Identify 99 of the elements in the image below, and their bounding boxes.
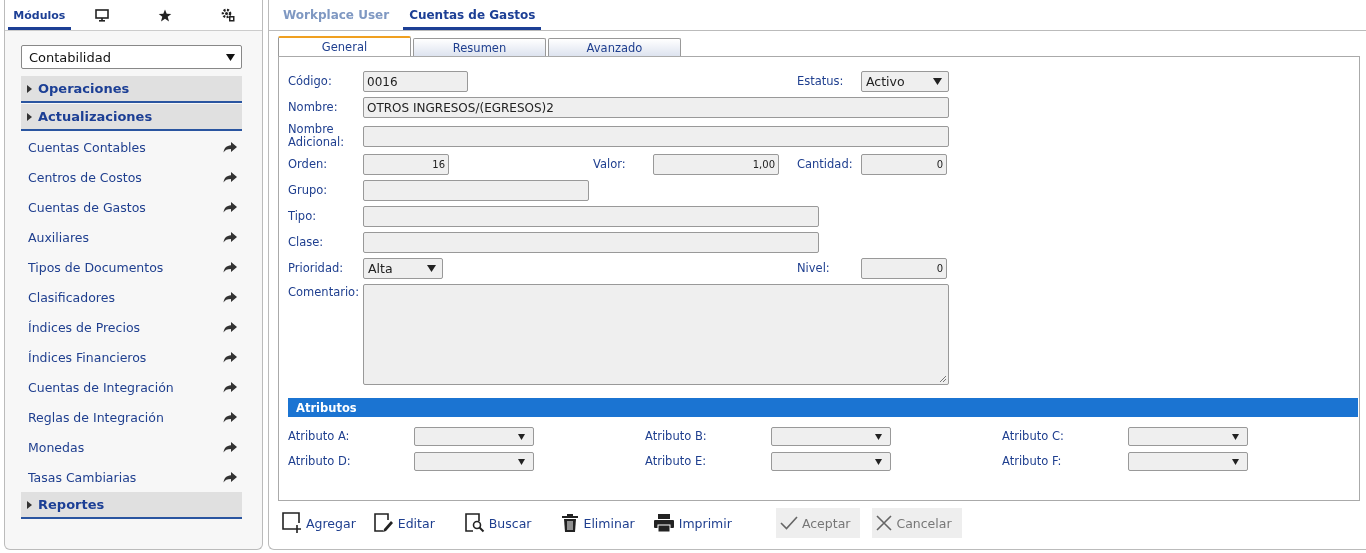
input-field[interactable] (363, 206, 819, 227)
caret-icon (875, 433, 882, 440)
select-field[interactable]: Alta (363, 258, 443, 279)
select-field[interactable] (771, 452, 891, 471)
delete-button[interactable]: Eliminar (557, 508, 639, 538)
module-select[interactable]: Contabilidad (21, 45, 242, 69)
form-tab[interactable]: Resumen (413, 38, 546, 56)
input-field[interactable]: 0 (861, 258, 947, 279)
form-tab[interactable]: Avanzado (548, 38, 681, 56)
select-field[interactable] (1128, 452, 1248, 471)
caret-icon (226, 53, 235, 61)
section-header: Atributos (288, 398, 1358, 417)
menu-item[interactable]: Tasas Cambiarias (21, 462, 242, 492)
field-label: Atributo D: (288, 455, 352, 468)
print-button[interactable]: Imprimir (648, 508, 736, 538)
input-field[interactable]: 0016 (363, 71, 468, 92)
field-label: Atributo F: (1002, 455, 1063, 468)
share-arrow-icon (223, 291, 237, 303)
input-field[interactable] (363, 232, 819, 253)
printer-icon (652, 513, 675, 533)
share-arrow-icon (223, 471, 237, 483)
caret-icon (427, 265, 436, 272)
menu-item[interactable]: Cuentas de Gastos (21, 192, 242, 222)
settings-icon (220, 8, 235, 22)
menu-item[interactable]: Clasificadores (21, 282, 242, 312)
share-arrow-icon (223, 441, 237, 453)
field-label: Atributo A: (288, 430, 351, 443)
caret-icon (27, 112, 32, 121)
input-field[interactable] (363, 180, 589, 201)
add-button[interactable]: Agregar (278, 508, 360, 538)
field-label: Orden: (288, 158, 329, 171)
share-arrow-icon (223, 141, 237, 153)
field-label: Atributo B: (645, 430, 708, 443)
field-label: Grupo: (288, 184, 329, 197)
input-field[interactable]: 1,00 (653, 154, 779, 175)
menu-item[interactable]: Monedas (21, 432, 242, 462)
select-field[interactable]: Activo (861, 71, 949, 92)
trash-icon (561, 513, 580, 533)
document-tab[interactable]: Cuentas de Gastos (403, 3, 542, 30)
share-arrow-icon (223, 231, 237, 243)
menu-item[interactable]: Índices de Precios (21, 312, 242, 342)
menu-item[interactable]: Centros de Costos (21, 162, 242, 192)
select-field[interactable] (414, 427, 534, 446)
field-label: Cantidad: (797, 158, 854, 171)
star-icon (157, 8, 172, 22)
edit-button[interactable]: Editar (369, 508, 439, 538)
input-field[interactable]: 0 (861, 154, 947, 175)
share-arrow-icon (223, 171, 237, 183)
share-arrow-icon (223, 381, 237, 393)
field-label: Atributo C: (1002, 430, 1065, 443)
share-arrow-icon (223, 321, 237, 333)
accordion-header[interactable]: Operaciones (21, 76, 242, 103)
caret-icon (27, 500, 32, 509)
field-label: Nombre Adicional: (288, 123, 346, 149)
add-icon (282, 512, 302, 534)
share-arrow-icon (223, 351, 237, 363)
select-field[interactable] (1128, 427, 1248, 446)
caret-icon (933, 78, 942, 85)
caret-icon (875, 458, 882, 465)
menu-item[interactable]: Índices Financieros (21, 342, 242, 372)
field-label: Comentario: (288, 284, 361, 299)
field-label: Tipo: (288, 210, 318, 223)
input-field[interactable]: 16 (363, 154, 449, 175)
search-button[interactable]: Buscar (460, 508, 536, 538)
caret-icon (518, 458, 525, 465)
accordion-header[interactable]: Reportes (21, 492, 242, 519)
menu-item[interactable]: Cuentas Contables (21, 132, 242, 162)
close-icon (876, 515, 893, 531)
field-label: Atributo E: (645, 455, 708, 468)
accordion-header[interactable]: Actualizaciones (21, 104, 242, 131)
caret-icon (518, 433, 525, 440)
share-arrow-icon (223, 411, 237, 423)
field-label: Estatus: (797, 75, 845, 88)
check-icon (779, 516, 798, 530)
menu-item[interactable]: Reglas de Integración (21, 402, 242, 432)
select-field[interactable] (414, 452, 534, 471)
menu-item[interactable]: Cuentas de Integración (21, 372, 242, 402)
monitor-icon (95, 8, 110, 22)
resize-grip-icon[interactable] (939, 375, 947, 383)
menu-item[interactable]: Auxiliares (21, 222, 242, 252)
edit-icon (373, 513, 394, 533)
share-arrow-icon (223, 201, 237, 213)
menu-item[interactable]: Tipos de Documentos (21, 252, 242, 282)
field-label: Prioridad: (288, 262, 345, 275)
caret-icon (1232, 458, 1239, 465)
comment-field[interactable] (363, 284, 949, 385)
input-field[interactable]: OTROS INGRESOS/(EGRESOS)2 (363, 97, 949, 118)
search-icon (464, 513, 485, 533)
input-field[interactable] (363, 125, 949, 147)
field-label: Clase: (288, 236, 325, 249)
select-field[interactable] (771, 427, 891, 446)
field-label: Nivel: (797, 262, 831, 275)
field-label: Nombre: (288, 101, 339, 114)
field-label: Código: (288, 75, 333, 88)
caret-icon (27, 84, 32, 93)
form-tab[interactable]: General (278, 36, 411, 56)
caret-icon (1232, 433, 1239, 440)
field-label: Valor: (593, 158, 627, 171)
share-arrow-icon (223, 261, 237, 273)
